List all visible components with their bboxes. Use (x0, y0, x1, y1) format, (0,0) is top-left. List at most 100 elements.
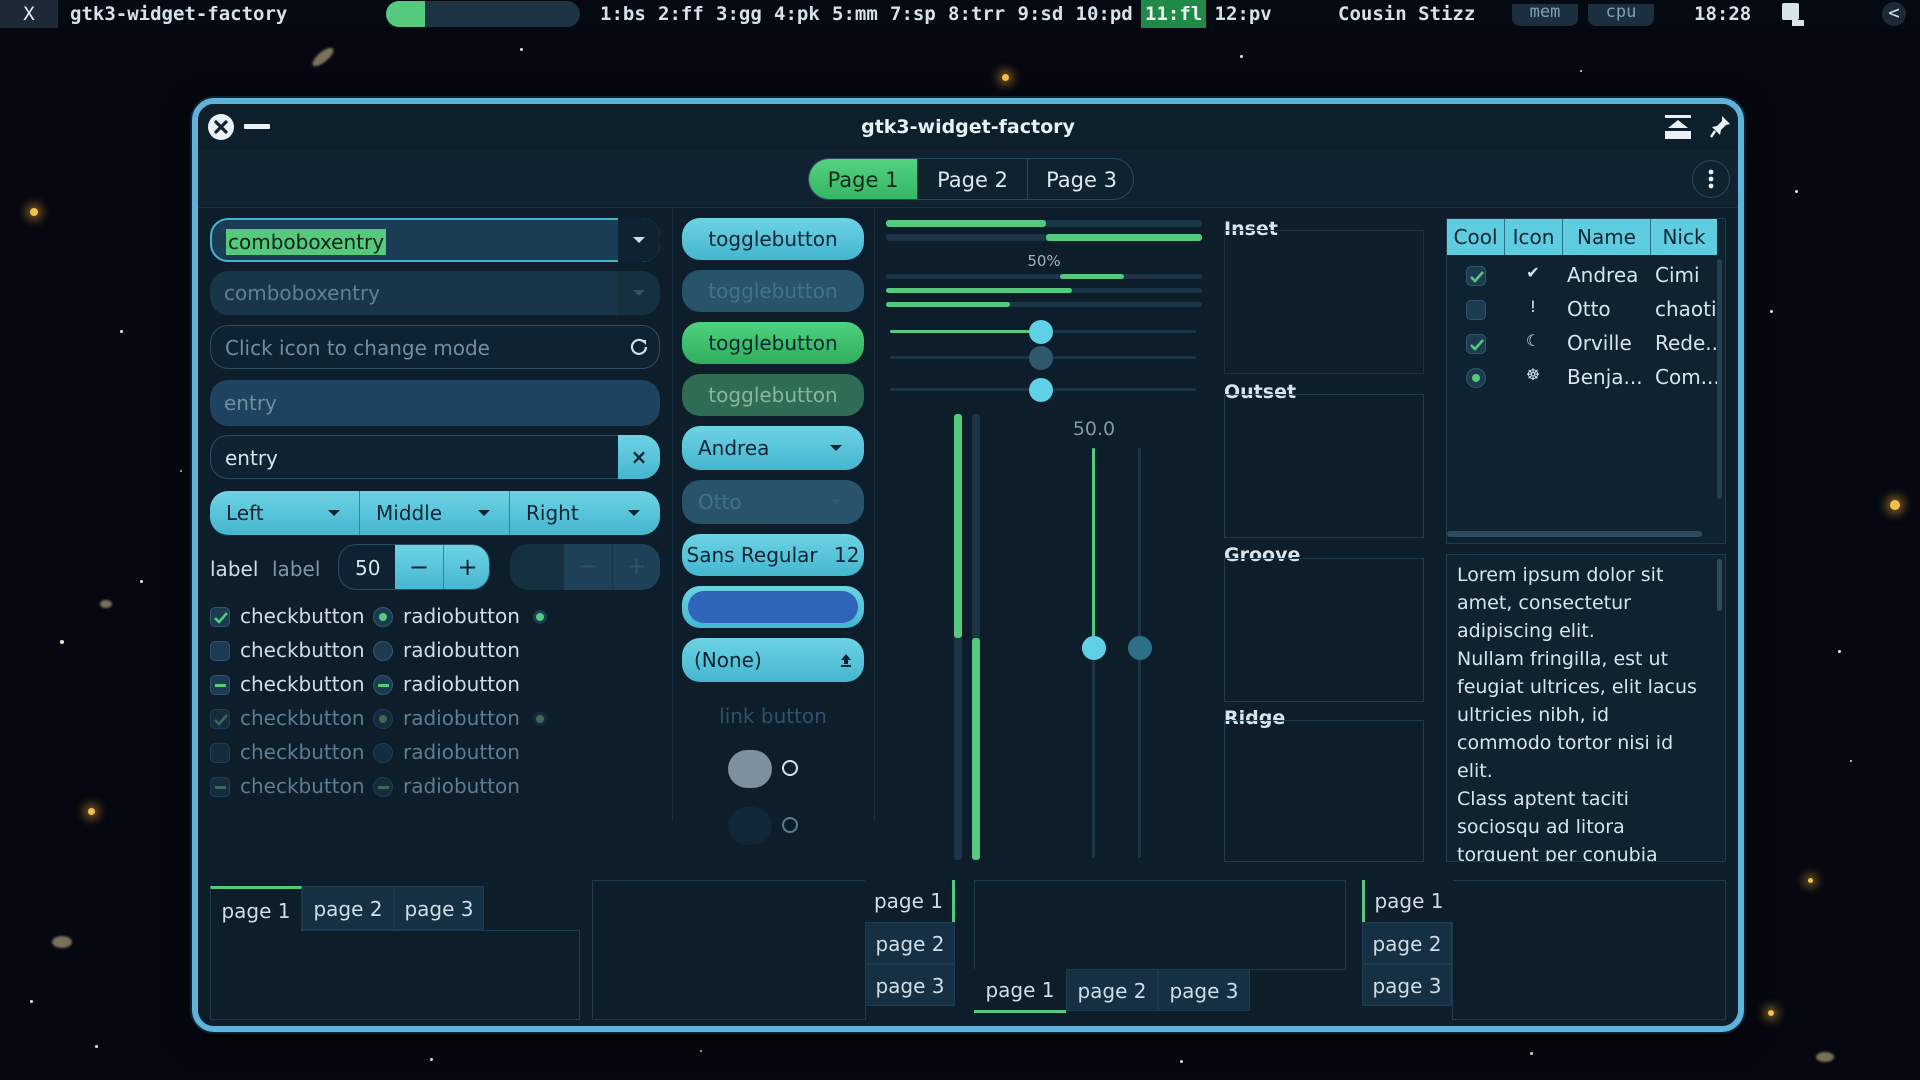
tree-checkbox-checked[interactable] (1466, 266, 1486, 286)
tree-row[interactable]: ☸ Benja... Com... (1447, 361, 1717, 395)
progress-bar-track (886, 288, 1202, 293)
vertical-scrollbar[interactable] (1717, 259, 1722, 499)
radiobutton-label[interactable]: radiobutton (403, 638, 520, 662)
workspace-0[interactable]: 1:bs (596, 0, 650, 28)
workspace-7[interactable]: 9:sd (1014, 0, 1068, 28)
scale-knob[interactable] (1029, 378, 1053, 402)
combo-box-andrea[interactable]: Andrea (682, 426, 864, 470)
checkbutton-label[interactable]: checkbutton (240, 638, 365, 662)
vertical-scale-knob[interactable] (1082, 636, 1106, 660)
tree-checkbox-unchecked[interactable] (1466, 300, 1486, 320)
radio-indicator[interactable] (533, 610, 547, 624)
tab-page-2[interactable]: Page 2 (917, 159, 1027, 199)
menu-icon[interactable] (1692, 160, 1730, 198)
tree-row[interactable]: ☾ Orville Rede... (1447, 327, 1717, 361)
maximize-icon[interactable] (1664, 114, 1692, 140)
workspace-9[interactable]: 11:fl (1141, 0, 1207, 28)
radio-selected[interactable] (373, 607, 393, 627)
workspace-3[interactable]: 4:pk (770, 0, 824, 28)
file-chooser-button[interactable]: (None) (682, 638, 864, 682)
workspace-1[interactable]: 2:ff (654, 0, 708, 28)
horizontal-scrollbar[interactable] (1447, 531, 1702, 537)
galaxy (52, 936, 72, 948)
workspace-4[interactable]: 5:mm (828, 0, 882, 28)
tray-icon[interactable] (1782, 3, 1804, 26)
combo-middle[interactable]: Middle (360, 491, 510, 535)
radiobutton-label[interactable]: radiobutton (403, 604, 520, 628)
entry-with-clear[interactable]: entry (210, 435, 660, 479)
star (30, 208, 38, 216)
refresh-icon[interactable] (628, 336, 650, 358)
combobox-entry[interactable]: comboboxentry (210, 218, 660, 262)
link-button-disabled: link button (719, 704, 827, 728)
chevron-down-icon[interactable] (618, 218, 660, 262)
radiobutton-label[interactable]: radiobutton (403, 672, 520, 696)
switch-off[interactable] (728, 750, 808, 790)
tab-page-1[interactable]: Page 1 (809, 159, 917, 199)
vertical-scale-fill (1092, 448, 1095, 648)
radio-mixed[interactable] (373, 675, 393, 695)
combobox-entry-selected-text: comboboxentry (226, 229, 387, 255)
workspace-2[interactable]: 3:gg (712, 0, 766, 28)
upload-icon (841, 654, 851, 667)
tab-page-3[interactable]: Page 3 (1027, 159, 1133, 199)
workspace-6[interactable]: 8:trr (944, 0, 1009, 28)
tree-row[interactable]: ✔ Andrea Cimi (1447, 259, 1717, 293)
text-view[interactable]: Lorem ipsum dolor sit amet, consectetur ad… (1446, 554, 1726, 862)
vertical-scrollbar[interactable] (1717, 559, 1722, 611)
toggle-button-checked[interactable]: togglebutton (682, 322, 864, 364)
scale-knob[interactable] (1029, 320, 1053, 344)
tree-row-name: Orville (1567, 331, 1632, 355)
notebook-tab-page-3[interactable]: page 3 (1158, 969, 1250, 1011)
column-header-name[interactable]: Name (1563, 219, 1651, 255)
notebook-page-area (974, 880, 1346, 970)
workspace-8[interactable]: 10:pd (1072, 0, 1137, 28)
checkbutton-label[interactable]: checkbutton (240, 604, 365, 628)
notebook-tab-page-1[interactable]: page 1 (210, 886, 302, 931)
column-header-nick[interactable]: Nick (1651, 219, 1717, 255)
checkbox-unchecked[interactable] (210, 641, 230, 661)
combo-right[interactable]: Right (510, 491, 660, 535)
icon-entry[interactable]: Click icon to change mode (210, 325, 660, 369)
clear-icon[interactable]: × (618, 435, 660, 479)
tree-row[interactable]: ! Otto chaoti (1447, 293, 1717, 327)
progress-bar-track (886, 234, 1202, 241)
notebook-tab-page-1[interactable]: page 1 (974, 969, 1066, 1013)
workspace-10[interactable]: 12:pv (1211, 0, 1276, 28)
column-header-cool[interactable]: Cool (1447, 219, 1505, 255)
entry-placeholder[interactable]: entry (210, 380, 660, 426)
checkbox-checked[interactable] (210, 607, 230, 627)
text-view-content: Lorem ipsum dolor sit amet, consectetur ad… (1457, 561, 1715, 861)
notebook-tab-page-2[interactable]: page 2 (1362, 922, 1452, 964)
tree-checkbox-checked[interactable] (1466, 334, 1486, 354)
spin-button: 50 − + (338, 544, 490, 590)
font-button[interactable]: Sans Regular 12 (682, 534, 864, 576)
checkbutton-label[interactable]: checkbutton (240, 672, 365, 696)
workspace-5[interactable]: 7:sp (886, 0, 940, 28)
notebook-tab-page-1[interactable]: page 1 (1362, 880, 1453, 922)
notebook-tab-page-2[interactable]: page 2 (865, 922, 955, 964)
column-header-icon[interactable]: Icon (1505, 219, 1563, 255)
notebook-tab-page-2[interactable]: page 2 (302, 886, 394, 930)
toggle-button[interactable]: togglebutton (682, 218, 864, 260)
notebook-tab-page-3[interactable]: page 3 (394, 886, 484, 930)
minus-icon[interactable]: − (395, 545, 443, 589)
x-button[interactable]: X (0, 0, 58, 28)
pin-icon[interactable] (1709, 114, 1732, 138)
notebook-tab-page-1[interactable]: page 1 (865, 880, 955, 922)
notebook-tab-page-3[interactable]: page 3 (865, 964, 955, 1006)
tree-radio[interactable] (1466, 368, 1486, 388)
panel-collapse-button[interactable]: < (1882, 2, 1906, 26)
notebook-tab-page-3[interactable]: page 3 (1362, 964, 1452, 1006)
notebook-tab-page-2[interactable]: page 2 (1066, 969, 1158, 1011)
plus-icon[interactable]: + (443, 545, 489, 589)
combo-left[interactable]: Left (210, 491, 360, 535)
combo-right-label: Right (526, 501, 579, 525)
color-button[interactable] (682, 586, 864, 628)
checkbox-mixed[interactable] (210, 675, 230, 695)
star (520, 48, 523, 51)
text-line: adipiscing elit. (1457, 620, 1595, 642)
chevron-down-icon (830, 445, 842, 451)
spin-value[interactable]: 50 (355, 556, 380, 580)
radio-unselected[interactable] (373, 641, 393, 661)
